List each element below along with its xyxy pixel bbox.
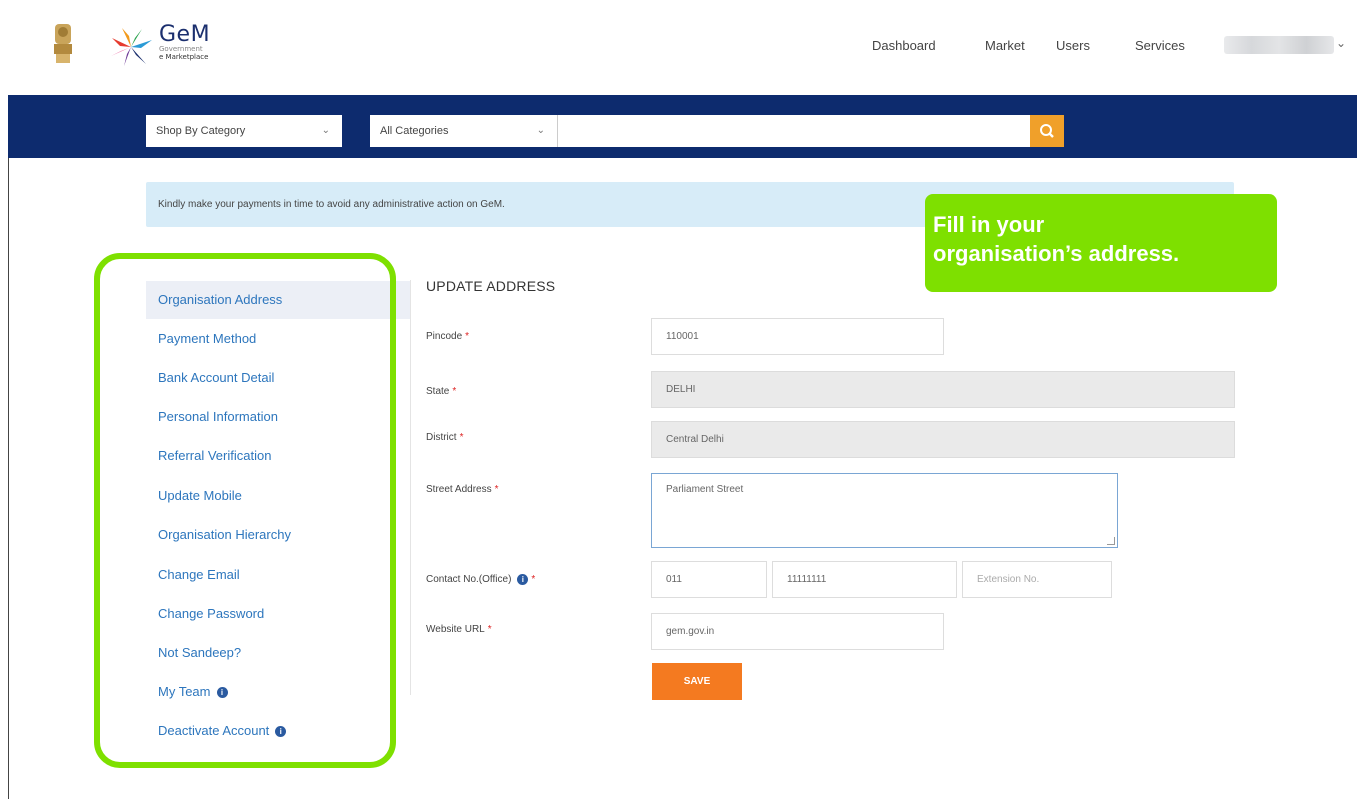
street-address-value: Parliament Street xyxy=(666,484,744,495)
nav-users[interactable]: Users xyxy=(1056,38,1090,53)
gem-logo-text[interactable]: GeM Government e Marketplace xyxy=(159,22,210,61)
save-button[interactable]: SAVE xyxy=(652,663,742,700)
search-input[interactable] xyxy=(558,115,1036,147)
contact-extension-field[interactable]: Extension No. xyxy=(962,561,1112,598)
sidebar-highlight-outline xyxy=(94,253,396,768)
instruction-callout: Fill in your organisation’s address. xyxy=(925,194,1277,292)
all-categories-label: All Categories xyxy=(380,125,449,137)
logo-subtitle-emarketplace: e Marketplace xyxy=(159,53,209,61)
district-label: District * xyxy=(426,432,464,443)
form-title: UPDATE ADDRESS xyxy=(426,278,556,294)
callout-line-1: Fill in your xyxy=(933,212,1045,237)
pincode-field[interactable]: 110001 xyxy=(651,318,944,355)
pincode-label: Pincode * xyxy=(426,331,470,342)
callout-line-2: organisation’s address. xyxy=(933,241,1180,266)
nav-market[interactable]: Market xyxy=(985,38,1025,53)
nav-services[interactable]: Services xyxy=(1135,38,1185,53)
state-label: State * xyxy=(426,386,457,397)
national-emblem-icon xyxy=(54,24,72,63)
contact-std-code-field[interactable]: 011 xyxy=(651,561,767,598)
contact-label: Contact No.(Office) i * xyxy=(426,574,536,586)
logo-title: GeM xyxy=(159,22,211,47)
search-bar: Shop By Category ⌄ All Categories ⌄ xyxy=(8,95,1357,158)
chevron-down-icon: ⌄ xyxy=(321,125,330,136)
sidebar-divider xyxy=(410,280,411,695)
all-categories-select[interactable]: All Categories ⌄ xyxy=(370,115,558,147)
chevron-down-icon[interactable]: ⌄ xyxy=(1336,36,1346,50)
district-field: Central Delhi xyxy=(651,421,1235,458)
chevron-down-icon: ⌄ xyxy=(536,125,545,136)
contact-number-field[interactable]: 11111111 xyxy=(772,561,957,598)
state-field: DELHI xyxy=(651,371,1235,408)
search-icon xyxy=(1040,124,1054,138)
user-menu-blurred-name[interactable] xyxy=(1224,36,1334,54)
shop-by-category-label: Shop By Category xyxy=(156,125,246,137)
gem-star-logo-icon xyxy=(111,28,152,66)
nav-dashboard[interactable]: Dashboard xyxy=(872,38,936,53)
website-url-field[interactable]: gem.gov.in xyxy=(651,613,944,650)
resize-handle-icon[interactable] xyxy=(1107,537,1115,545)
website-url-label: Website URL * xyxy=(426,624,492,635)
street-address-label: Street Address * xyxy=(426,484,499,495)
info-icon[interactable]: i xyxy=(517,574,529,585)
top-header: GeM Government e Marketplace Dashboard M… xyxy=(8,0,1357,95)
shop-by-category-select[interactable]: Shop By Category ⌄ xyxy=(146,115,342,147)
logo-subtitle-government: Government xyxy=(159,45,203,53)
search-button[interactable] xyxy=(1030,115,1064,147)
street-address-textarea[interactable]: Parliament Street xyxy=(651,473,1118,548)
